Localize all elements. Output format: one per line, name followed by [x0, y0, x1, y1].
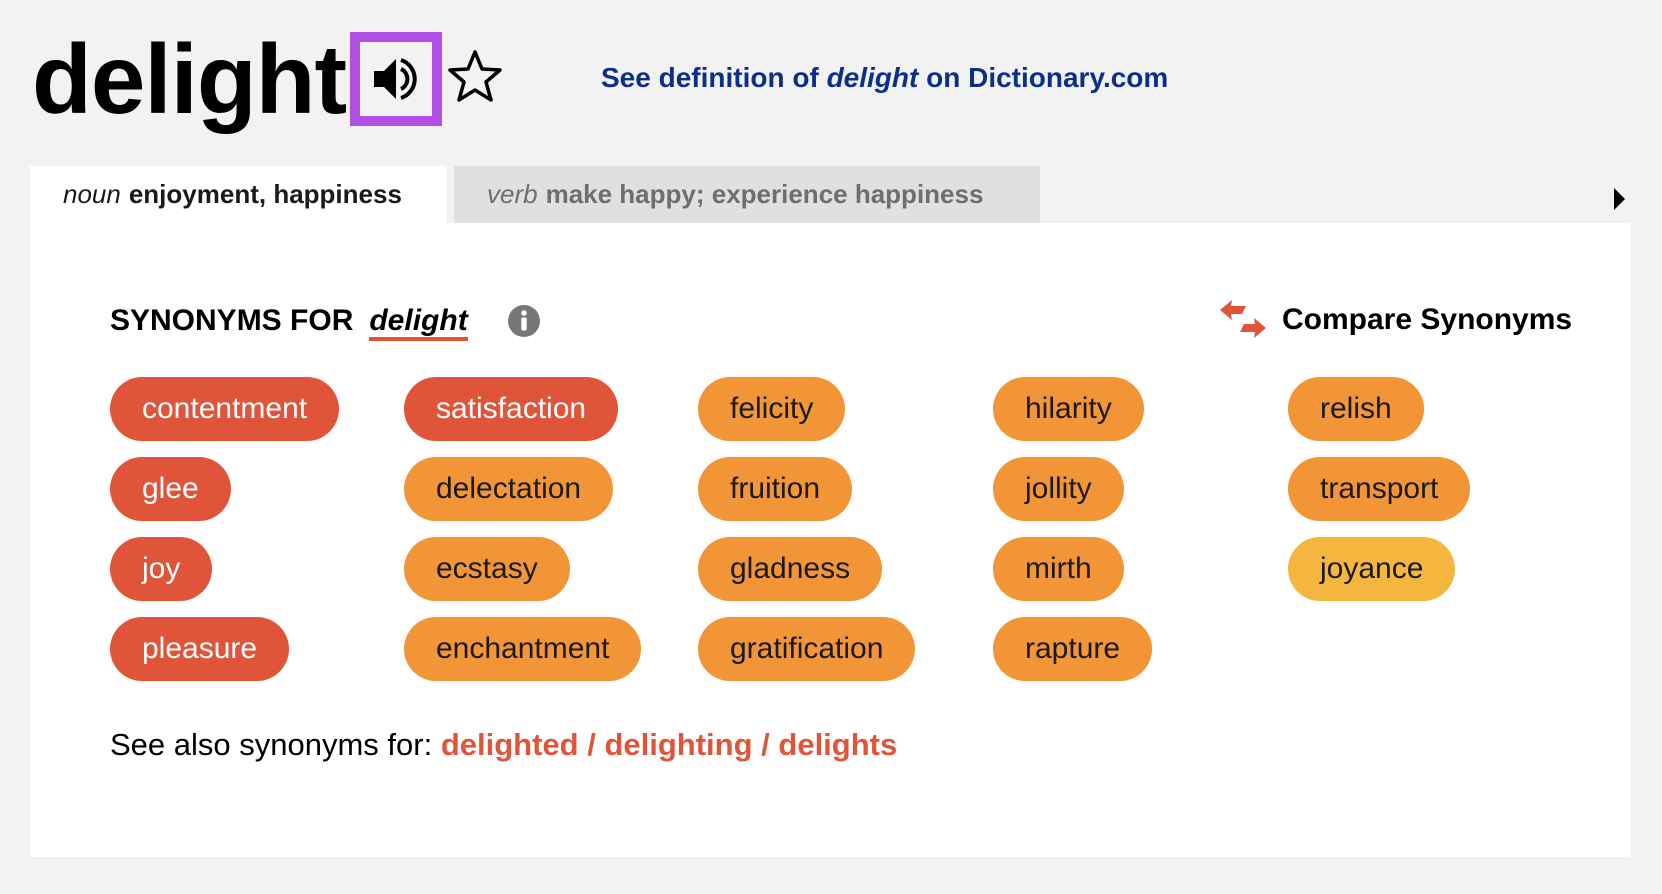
- synonym-pill-ecstasy[interactable]: ecstasy: [404, 537, 570, 601]
- synonym-pill-relish[interactable]: relish: [1288, 377, 1424, 441]
- synonym-pill-delectation[interactable]: delectation: [404, 457, 614, 521]
- tab-label: enjoyment, happiness: [128, 179, 402, 209]
- favorite-button[interactable]: [446, 48, 504, 106]
- synonym-pill-contentment[interactable]: contentment: [110, 377, 340, 441]
- synonym-pill-rapture[interactable]: rapture: [993, 617, 1153, 681]
- tabs-next-arrow-icon[interactable]: [1614, 188, 1625, 210]
- synonym-pill-transport[interactable]: transport: [1288, 457, 1471, 521]
- synonym-pill-pleasure[interactable]: pleasure: [110, 617, 290, 681]
- synonym-pill-jollity[interactable]: jollity: [993, 457, 1124, 521]
- synonym-pill-felicity[interactable]: felicity: [698, 377, 846, 441]
- synonym-pill-gratification[interactable]: gratification: [698, 617, 916, 681]
- tab-pos: noun: [63, 179, 121, 209]
- synonyms-heading: SYNONYMS FOR delight: [110, 304, 468, 341]
- pronunciation-audio-button[interactable]: [350, 32, 442, 126]
- dictionary-link-word: delight: [826, 62, 919, 93]
- info-icon[interactable]: [507, 304, 541, 338]
- tab-pos: verb: [487, 179, 538, 209]
- compare-synonyms-label: Compare Synonyms: [1282, 303, 1573, 336]
- see-also-separator: /: [578, 727, 605, 762]
- dictionary-link-suffix: on Dictionary.com: [918, 62, 1169, 93]
- synonym-pill-joy[interactable]: joy: [110, 537, 213, 601]
- synonyms-heading-word: delight: [369, 305, 468, 341]
- swap-arrows-icon: [1220, 300, 1266, 338]
- tab-noun[interactable]: noun enjoyment, happiness: [30, 166, 446, 223]
- synonyms-heading-label: SYNONYMS FOR: [110, 304, 354, 337]
- synonym-pill-satisfaction[interactable]: satisfaction: [404, 377, 619, 441]
- see-also-label: See also synonyms for:: [110, 727, 441, 762]
- dictionary-link-prefix: See definition of: [601, 62, 827, 93]
- see-also-separator: /: [752, 727, 779, 762]
- speaker-icon: [374, 58, 417, 100]
- synonym-pill-gladness[interactable]: gladness: [698, 537, 883, 601]
- dictionary-definition-link[interactable]: See definition of delight on Dictionary.…: [601, 62, 1168, 94]
- synonym-pill-enchantment[interactable]: enchantment: [404, 617, 642, 681]
- synonym-pill-fruition[interactable]: fruition: [698, 457, 853, 521]
- synonym-pill-joyance[interactable]: joyance: [1288, 537, 1456, 601]
- headword: delight: [32, 24, 347, 134]
- tab-label: make happy; experience happiness: [545, 179, 984, 209]
- star-outline-icon: [448, 50, 502, 102]
- tab-verb[interactable]: verb make happy; experience happiness: [454, 166, 1040, 223]
- see-also-synonyms: See also synonyms for: delighted / delig…: [110, 727, 897, 763]
- synonym-pill-glee[interactable]: glee: [110, 457, 231, 521]
- synonym-pill-mirth[interactable]: mirth: [993, 537, 1124, 601]
- synonym-pill-hilarity[interactable]: hilarity: [993, 377, 1144, 441]
- see-also-link-delighted[interactable]: delighted: [441, 727, 579, 762]
- see-also-link-delights[interactable]: delights: [778, 727, 897, 762]
- compare-synonyms-button[interactable]: Compare Synonyms: [1220, 300, 1572, 340]
- see-also-link-delighting[interactable]: delighting: [604, 727, 752, 762]
